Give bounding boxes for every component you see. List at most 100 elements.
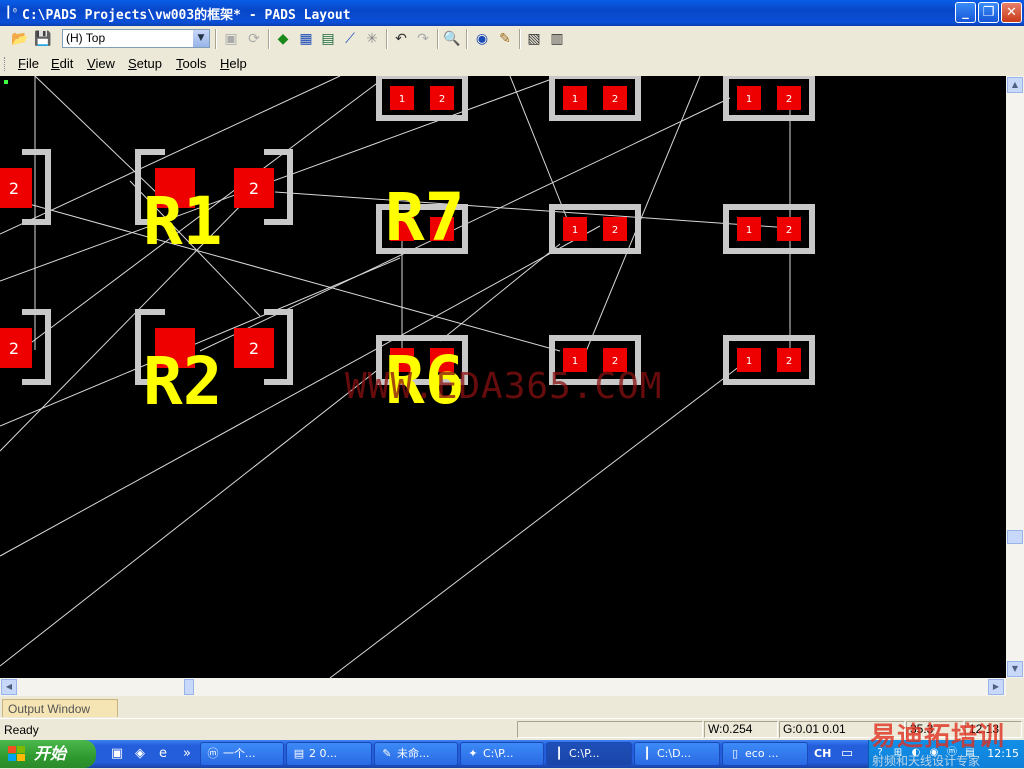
output-window-bar: Output Window [0, 696, 1024, 718]
pad-label: 2 [439, 94, 445, 105]
taskbar-button[interactable]: ✎ 未命... [374, 742, 458, 766]
taskbar-button-label: C:\D... [657, 747, 692, 760]
taskbar-button-label: 2 0... [309, 747, 337, 760]
clear-icon[interactable]: ✳ [362, 29, 382, 49]
start-button[interactable]: 开始 [0, 740, 96, 768]
pad-label: 2 [786, 225, 792, 236]
window-icon[interactable]: ▥ [547, 29, 567, 49]
quicklaunch-icon[interactable]: » [178, 745, 196, 763]
redo-group-icon[interactable]: ⟳ [244, 29, 264, 49]
scroll-up-icon[interactable]: ▲ [1007, 77, 1023, 93]
menu-file[interactable]: File [18, 56, 39, 71]
taskbar-button-label: 未命... [397, 747, 430, 760]
output-window-tab[interactable]: Output Window [2, 699, 118, 717]
desktop-icon[interactable]: ▣ [108, 745, 126, 763]
toolbar-separator [519, 29, 521, 49]
taskbar-button-label: 一个... [223, 747, 256, 760]
scroll-right-icon[interactable]: ▶ [988, 679, 1004, 695]
scroll-thumb[interactable] [1007, 530, 1023, 544]
undo-group-icon[interactable]: ▣ [221, 29, 241, 49]
redo-icon[interactable]: ↷ [413, 29, 433, 49]
toolbar-separator [215, 29, 217, 49]
refdes-r1: R1 [143, 183, 222, 260]
vertical-scrollbar[interactable]: ▲ ▼ [1006, 76, 1024, 678]
view-icon[interactable]: ◉ [472, 29, 492, 49]
paint-icon: ✎ [382, 747, 392, 760]
taskbar-button[interactable]: ⓜ 一个... [200, 742, 284, 766]
route-icon[interactable]: ◆ [273, 29, 293, 49]
ie-icon[interactable]: e [154, 745, 172, 763]
chevron-down-icon[interactable]: ▼ [193, 30, 209, 47]
scroll-thumb[interactable] [184, 679, 194, 695]
pad-label: 2 [9, 339, 19, 358]
brand-watermark: 易迪拓培训 [870, 722, 1006, 752]
pads-icon: ┃⁰ [5, 6, 19, 19]
menu-bar: File Edit View Setup Tools Help [0, 52, 1024, 76]
origin-marker [4, 80, 8, 84]
browser-icon: ⓜ [207, 747, 219, 760]
menu-help[interactable]: Help [220, 56, 247, 71]
taskbar-button[interactable]: ┃ C:\D... [634, 742, 720, 766]
horizontal-scrollbar[interactable]: ◀ ▶ [0, 678, 1006, 696]
verify-icon[interactable]: ▤ [318, 29, 338, 49]
pad-label: 1 [746, 94, 752, 105]
menu-tools[interactable]: Tools [176, 56, 206, 71]
refdes-r2: R2 [143, 343, 222, 420]
taskbar-button-label: C:\P... [483, 747, 514, 760]
connect-icon[interactable]: ⟋ [340, 29, 360, 49]
brand-subtitle: 射频和天线设计专家 [872, 754, 981, 768]
taskbar-button[interactable]: ▯ eco ... [722, 742, 808, 766]
pad-label: 2 [786, 356, 792, 367]
pads-layout-icon: ┃ [555, 747, 563, 760]
taskbar-button-active[interactable]: ┃ C:\P... [546, 742, 632, 766]
window-title: C:\PADS Projects\vw003的框架* - PADS Layout [22, 8, 351, 23]
design-icon[interactable]: ▦ [296, 29, 316, 49]
menu-setup[interactable]: Setup [128, 56, 162, 71]
pad-label: 2 [9, 179, 19, 198]
menu-grip [4, 57, 8, 71]
pad-label: 1 [572, 94, 578, 105]
folder-icon: ▤ [293, 747, 305, 760]
status-width: W:0.254 [704, 721, 778, 738]
pad-label: 2 [249, 339, 259, 358]
pad-label: 1 [399, 94, 405, 105]
status-panel-empty [517, 721, 703, 738]
language-indicator[interactable]: CH [814, 747, 831, 760]
pcb-canvas[interactable]: 2 2 2 2 1 2 1 2 1 2 1 2 1 2 1 2 1 2 R1 R… [0, 76, 1006, 678]
document-icon: ▯ [731, 747, 739, 760]
close-button[interactable]: ✕ [1001, 2, 1022, 23]
zoom-icon[interactable]: 🔍 [442, 29, 462, 49]
scroll-down-icon[interactable]: ▼ [1007, 661, 1023, 677]
pad-label: 2 [249, 179, 259, 198]
app-icon[interactable]: ◈ [131, 745, 149, 763]
layer-select[interactable]: (H) Top ▼ [62, 29, 210, 48]
output-icon[interactable]: ▧ [524, 29, 544, 49]
pads-logic-icon: ┃ [643, 747, 651, 760]
pad-label: 1 [572, 225, 578, 236]
pad-label: 2 [786, 94, 792, 105]
refdes-r7: R7 [385, 179, 464, 256]
taskbar-button-label: C:\P... [569, 747, 600, 760]
menu-edit[interactable]: Edit [51, 56, 73, 71]
keyboard-icon[interactable]: ▭ [838, 745, 856, 763]
maximize-button[interactable]: ❐ [978, 2, 999, 23]
toolbar-separator [386, 29, 388, 49]
wand-icon[interactable]: ✎ [495, 29, 515, 49]
title-bar: ┃⁰ C:\PADS Projects\vw003的框架* - PADS Lay… [0, 0, 1024, 26]
save-icon[interactable]: 💾 [33, 29, 53, 49]
toolbar-separator [268, 29, 270, 49]
menu-view[interactable]: View [87, 56, 115, 71]
pad-label: 2 [612, 94, 618, 105]
scroll-left-icon[interactable]: ◀ [1, 679, 17, 695]
taskbar-button-label: eco ... [745, 747, 779, 760]
open-icon[interactable]: 📂 [10, 29, 30, 49]
toolbar-separator [437, 29, 439, 49]
status-text: Ready [4, 723, 39, 737]
windows-flag-icon [8, 746, 25, 761]
taskbar-button[interactable]: ✦ C:\P... [460, 742, 544, 766]
watermark: WWW.EDA365.COM [345, 366, 663, 407]
minimize-button[interactable]: _ [955, 2, 976, 23]
pad-label: 2 [612, 225, 618, 236]
undo-icon[interactable]: ↶ [391, 29, 411, 49]
taskbar-button[interactable]: ▤ 2 0... [286, 742, 372, 766]
